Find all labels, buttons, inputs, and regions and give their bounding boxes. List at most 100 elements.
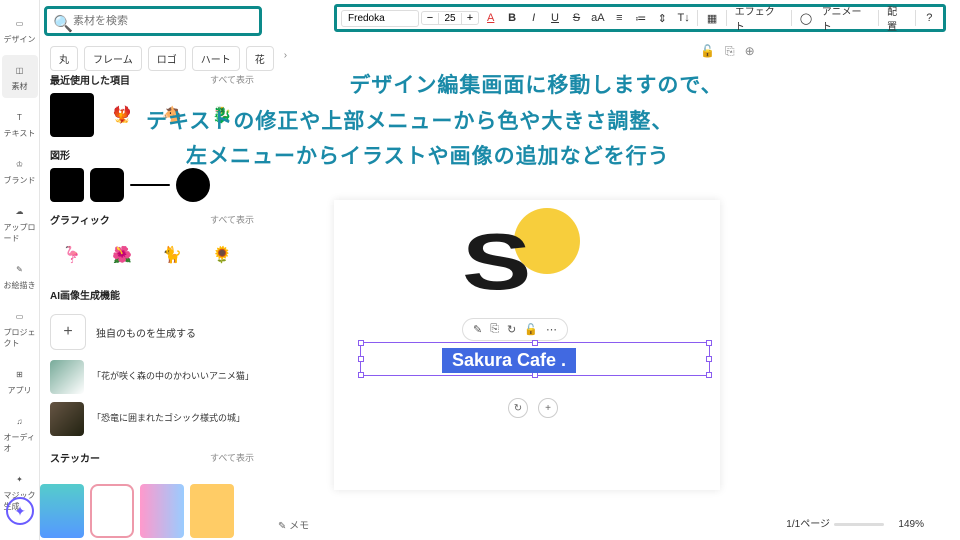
zoom-slider[interactable] — [834, 523, 884, 526]
more-icon[interactable]: ⋯ — [546, 323, 557, 336]
shape-circle[interactable] — [176, 168, 210, 202]
nav-upload[interactable]: ☁アップロード — [2, 196, 38, 250]
graphic-flower[interactable]: 🌺 — [100, 233, 144, 277]
underline-button[interactable]: U — [545, 8, 564, 28]
plus-icon: + — [50, 314, 86, 350]
instruction-overlay: デザイン編集画面に移動しますので、 テキストの修正や上部メニューから色や大きさ調… — [146, 68, 926, 175]
tag-circle[interactable]: 丸 — [50, 46, 78, 71]
section-ai-title: AI画像生成機能 — [50, 287, 120, 302]
handle-tl[interactable] — [358, 340, 364, 346]
text-element[interactable]: Sakura Cafe . — [442, 348, 576, 373]
arrange-button[interactable]: 配置 — [883, 3, 910, 33]
bold-button[interactable]: B — [502, 8, 521, 28]
tag-logo[interactable]: ロゴ — [148, 46, 186, 71]
handle-br[interactable] — [706, 372, 712, 378]
section-recent-all[interactable]: すべて表示 — [210, 73, 254, 86]
logo-graphic[interactable]: S — [460, 208, 594, 308]
layout-icon: ▭ — [11, 14, 29, 32]
left-nav-rail: ▭デザイン ◫素材 Tテキスト ♔ブランド ☁アップロード ✎お絵描き ▭プロジ… — [0, 0, 40, 540]
page-indicator[interactable]: 1/1ページ — [786, 515, 830, 530]
handle-tr[interactable] — [706, 340, 712, 346]
nav-text[interactable]: Tテキスト — [2, 102, 38, 145]
handle-bl[interactable] — [358, 372, 364, 378]
section-recent-title: 最近使用した項目 — [50, 72, 130, 87]
tag-more-icon[interactable]: › — [280, 46, 291, 71]
lock-icon[interactable]: 🔓 — [700, 44, 715, 59]
font-select[interactable]: Fredoka — [341, 10, 419, 27]
crown-icon: ♔ — [11, 155, 29, 173]
tag-row: 丸 フレーム ロゴ ハート 花 › — [50, 46, 291, 71]
add-icon[interactable]: + — [538, 398, 558, 418]
tag-flower[interactable]: 花 — [246, 46, 274, 71]
ai-generate-button[interactable]: + 独自のものを生成する — [50, 308, 254, 356]
search-box[interactable]: 🔍 — [44, 6, 262, 36]
thumb-horse[interactable]: 🐴 — [150, 93, 194, 137]
list-button[interactable]: ≔ — [631, 8, 650, 28]
section-graphics-title: グラフィック — [50, 212, 110, 227]
thumb-square[interactable] — [50, 93, 94, 137]
nav-projects[interactable]: ▭プロジェクト — [2, 301, 38, 355]
strike-button[interactable]: S — [567, 8, 586, 28]
ai-item-cat[interactable]: 「花が咲く森の中のかわいいアニメ猫」 — [50, 356, 254, 398]
ai-item-castle[interactable]: 「恐竜に囲まれたゴシック様式の城」 — [50, 398, 254, 440]
section-stickers-all[interactable]: すべて表示 — [210, 451, 254, 464]
shape-rounded[interactable] — [90, 168, 124, 202]
section-stickers-title: ステッカー — [50, 450, 100, 465]
size-value[interactable]: 25 — [438, 13, 462, 24]
case-button[interactable]: aA — [588, 8, 607, 28]
graphic-bird[interactable]: 🦩 — [50, 233, 94, 277]
section-graphics-all[interactable]: すべて表示 — [210, 213, 254, 226]
sticker-thumb[interactable] — [40, 484, 84, 538]
graphic-cat[interactable]: 🐈 — [150, 233, 194, 277]
bottom-left: ✦ — [6, 484, 234, 538]
spacing-button[interactable]: ⇕ — [653, 8, 672, 28]
folder-icon: ▭ — [11, 307, 29, 325]
handle-mr[interactable] — [706, 356, 712, 362]
help-icon[interactable]: ? — [920, 8, 939, 28]
nav-apps[interactable]: ⊞アプリ — [2, 359, 38, 402]
add-page-icon[interactable]: ⊕ — [745, 44, 755, 59]
duplicate-icon[interactable]: ⎘ — [725, 44, 735, 59]
pencil-icon: ✎ — [11, 260, 29, 278]
page-controls: 🔓 ⎘ ⊕ — [700, 44, 755, 59]
thumb-dragon[interactable]: 🐉 — [200, 93, 244, 137]
divider — [697, 10, 698, 26]
cycle-icon[interactable]: ↻ — [508, 398, 528, 418]
search-input[interactable] — [73, 15, 253, 27]
nav-elements[interactable]: ◫素材 — [2, 55, 38, 98]
effects-button[interactable]: エフェクト — [731, 3, 788, 33]
nav-brand[interactable]: ♔ブランド — [2, 149, 38, 192]
memo-button[interactable]: ✎ メモ — [278, 517, 309, 532]
ai-thumb — [50, 360, 84, 394]
graphic-sun[interactable]: 🌻 — [200, 233, 244, 277]
animate-icon: ◯ — [796, 8, 815, 28]
handle-tm[interactable] — [532, 340, 538, 346]
ai-fab-button[interactable]: ✦ — [6, 497, 34, 525]
tag-heart[interactable]: ハート — [192, 46, 240, 71]
text-color-button[interactable]: A — [481, 8, 500, 28]
zoom-value[interactable]: 149% — [898, 519, 924, 530]
divider — [791, 10, 792, 26]
animate-button[interactable]: アニメート — [818, 3, 874, 33]
nav-draw[interactable]: ✎お絵描き — [2, 254, 38, 297]
edit-icon[interactable]: ✎ — [473, 323, 482, 336]
lock-icon[interactable]: 🔓 — [524, 323, 538, 336]
size-decrease-button[interactable]: − — [422, 12, 438, 24]
transparency-button[interactable]: ▦ — [702, 8, 721, 28]
shape-square[interactable] — [50, 168, 84, 202]
italic-button[interactable]: I — [524, 8, 543, 28]
handle-ml[interactable] — [358, 356, 364, 362]
sticker-thumb[interactable] — [140, 484, 184, 538]
sticker-thumb[interactable] — [190, 484, 234, 538]
copy-icon[interactable]: ⎘ — [490, 323, 499, 336]
tag-frame[interactable]: フレーム — [84, 46, 142, 71]
nav-audio[interactable]: ♫オーディオ — [2, 406, 38, 460]
size-increase-button[interactable]: + — [462, 12, 478, 24]
thumb-phoenix[interactable]: 🐦‍🔥 — [100, 93, 144, 137]
vertical-text-button[interactable]: T↓ — [674, 8, 693, 28]
sticker-thumb[interactable] — [90, 484, 134, 538]
align-button[interactable]: ≡ — [610, 8, 629, 28]
shape-line[interactable] — [130, 184, 170, 186]
sync-icon[interactable]: ↻ — [507, 323, 516, 336]
nav-design[interactable]: ▭デザイン — [2, 8, 38, 51]
